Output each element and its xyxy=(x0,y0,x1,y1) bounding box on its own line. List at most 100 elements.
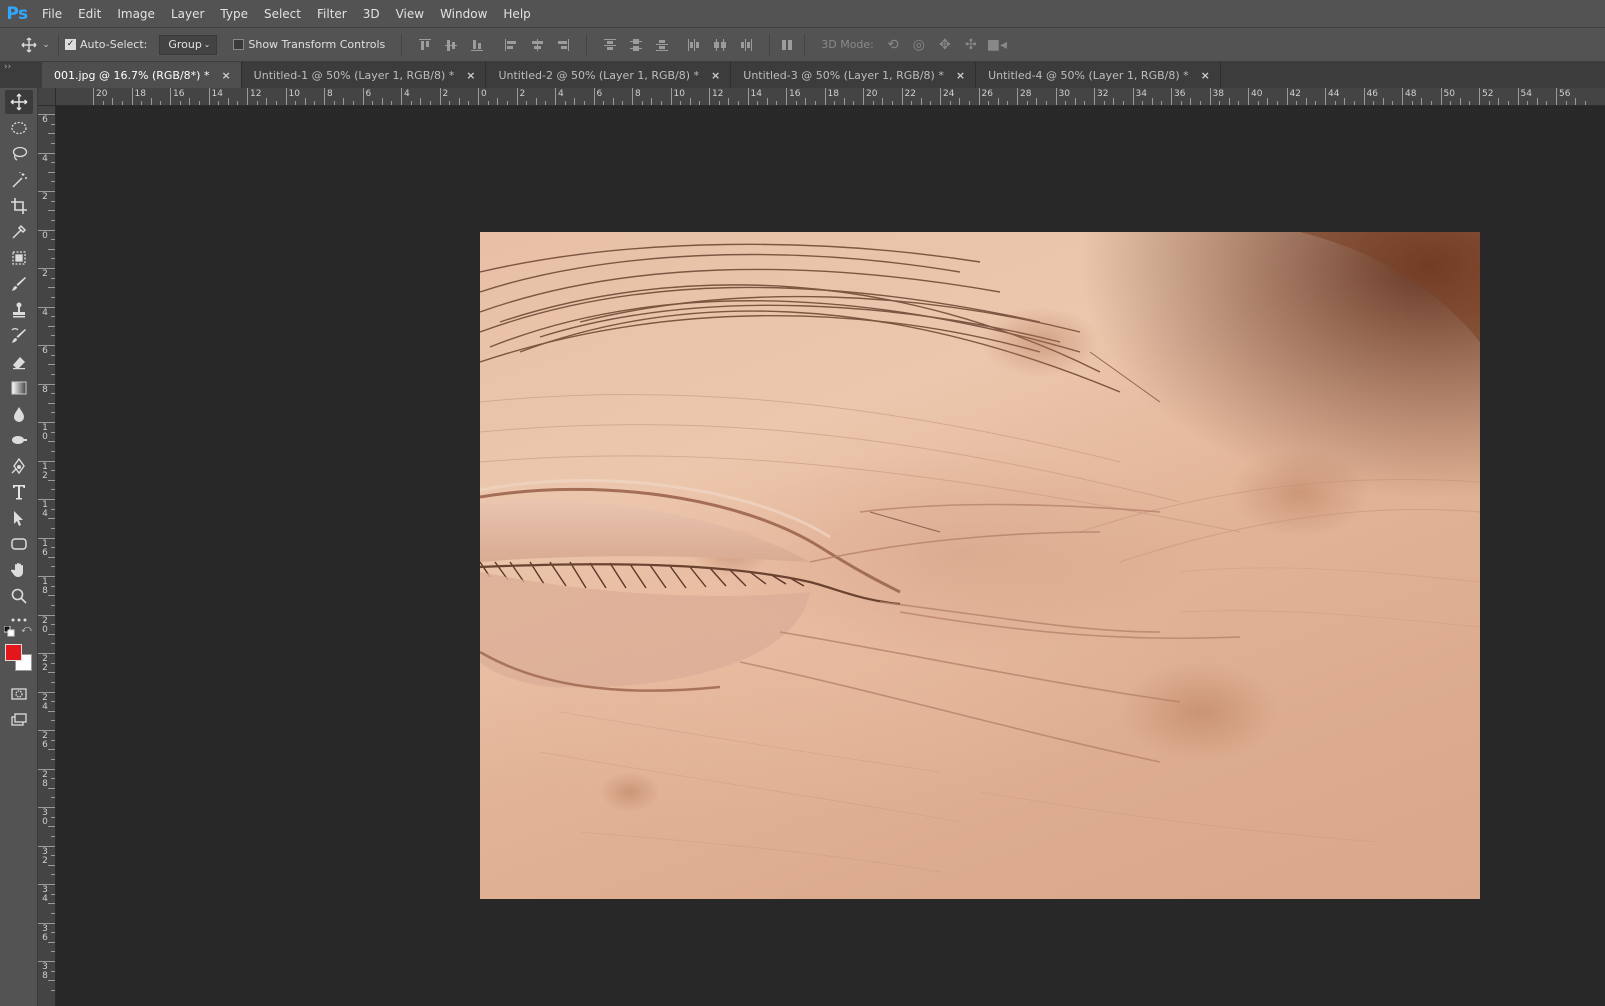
auto-select-target-dropdown[interactable]: Group ⌄ xyxy=(159,34,218,55)
3d-slide-icon[interactable]: ✣ xyxy=(958,34,984,56)
ruler-minor-tick xyxy=(968,101,970,105)
screen-mode-icon[interactable] xyxy=(5,708,33,732)
ruler-minor-tick xyxy=(699,101,701,105)
ruler-minor-tick xyxy=(48,941,55,943)
align-top-edges-icon[interactable] xyxy=(414,34,436,56)
vertical-ruler[interactable]: 6 4 2 0 2 4 6 8 10 12 14 16 18 20 22 24 26 28 30 32 34 36 38 xyxy=(38,106,56,1006)
ruler-minor-tick xyxy=(420,98,422,105)
align-horizontal-centers-icon[interactable] xyxy=(526,34,548,56)
distribute-horizontal-centers-icon[interactable] xyxy=(709,34,731,56)
ruler-minor-tick xyxy=(150,98,152,105)
eyedropper-tool-icon[interactable] xyxy=(5,220,33,244)
menu-image[interactable]: Image xyxy=(109,0,163,28)
show-transform-controls-checkbox[interactable]: Show Transform Controls xyxy=(233,38,385,51)
align-right-edges-icon[interactable] xyxy=(552,34,574,56)
rectangle-tool-icon[interactable] xyxy=(5,532,33,556)
ruler-minor-tick xyxy=(1584,101,1586,105)
tab-untitled-4[interactable]: Untitled-4 @ 50% (Layer 1, RGB/8) * × xyxy=(976,62,1221,88)
ruler-origin[interactable] xyxy=(38,88,56,106)
ruler-label: 12 xyxy=(712,89,724,99)
align-bottom-edges-icon[interactable] xyxy=(466,34,488,56)
magic-wand-tool-icon[interactable] xyxy=(5,168,33,192)
zoom-tool-icon[interactable] xyxy=(5,584,33,608)
3d-roll-icon[interactable]: ◎ xyxy=(906,34,932,56)
align-vertical-centers-icon[interactable] xyxy=(440,34,462,56)
swap-colors-icon[interactable]: ⤺ xyxy=(21,624,32,635)
type-tool-icon[interactable] xyxy=(5,480,33,504)
horizontal-ruler[interactable]: 20 18 16 14 12 10 8 6 4 2 0 2 4 6 8 10 12 14 16 18 20 22 24 26 2… xyxy=(56,88,1605,106)
close-tab-icon[interactable]: × xyxy=(466,69,475,82)
gradient-tool-icon[interactable] xyxy=(5,376,33,400)
ruler-minor-tick xyxy=(1421,98,1423,105)
ruler-minor-tick xyxy=(51,874,55,876)
ruler-label: 26 xyxy=(42,731,48,750)
close-tab-icon[interactable]: × xyxy=(1201,69,1210,82)
lasso-tool-icon[interactable] xyxy=(5,142,33,166)
quick-mask-icon[interactable] xyxy=(5,682,33,706)
auto-align-layers-icon[interactable] xyxy=(776,34,798,56)
menu-layer[interactable]: Layer xyxy=(163,0,212,28)
checkbox-unchecked-icon[interactable] xyxy=(233,39,245,50)
menu-filter[interactable]: Filter xyxy=(309,0,355,28)
ruler-minor-tick xyxy=(1498,98,1500,105)
eraser-tool-icon[interactable] xyxy=(5,350,33,374)
menu-3d[interactable]: 3D xyxy=(355,0,388,28)
ruler-minor-tick xyxy=(51,739,55,741)
distribute-bottom-icon[interactable] xyxy=(651,34,673,56)
separator xyxy=(586,33,588,56)
menu-window[interactable]: Window xyxy=(432,0,495,28)
ruler-minor-tick xyxy=(51,239,55,241)
close-tab-icon[interactable]: × xyxy=(221,69,230,82)
distribute-top-icon[interactable] xyxy=(599,34,621,56)
dodge-tool-icon[interactable] xyxy=(5,428,33,452)
move-tool-preset-icon[interactable] xyxy=(18,34,40,56)
close-tab-icon[interactable]: × xyxy=(711,69,720,82)
ruler-minor-tick xyxy=(48,325,55,327)
menu-type[interactable]: Type xyxy=(212,0,256,28)
checkbox-checked-icon[interactable] xyxy=(65,39,76,50)
menu-select[interactable]: Select xyxy=(256,0,309,28)
3d-orbit-icon[interactable]: ⟲ xyxy=(880,34,906,56)
crop-tool-icon[interactable] xyxy=(5,194,33,218)
brush-tool-icon[interactable] xyxy=(5,272,33,296)
ruler-minor-tick xyxy=(651,98,653,105)
auto-select-checkbox[interactable]: Auto-Select: xyxy=(65,38,147,51)
hand-tool-icon[interactable] xyxy=(5,558,33,582)
ruler-major-tick xyxy=(1363,88,1365,105)
close-tab-icon[interactable]: × xyxy=(956,69,965,82)
foreground-color-swatch[interactable] xyxy=(5,644,22,661)
history-brush-tool-icon[interactable] xyxy=(5,324,33,348)
tab-001-jpg[interactable]: 001.jpg @ 16.7% (RGB/8*) * × xyxy=(42,62,242,88)
blur-tool-icon[interactable] xyxy=(5,402,33,426)
clone-stamp-tool-icon[interactable] xyxy=(5,298,33,322)
elliptical-marquee-tool-icon[interactable] xyxy=(5,116,33,140)
ruler-label: 2 xyxy=(42,269,48,279)
menu-view[interactable]: View xyxy=(388,0,432,28)
align-left-edges-icon[interactable] xyxy=(500,34,522,56)
3d-pan-icon[interactable]: ✥ xyxy=(932,34,958,56)
tab-untitled-1[interactable]: Untitled-1 @ 50% (Layer 1, RGB/8) * × xyxy=(241,62,487,88)
ruler-minor-tick xyxy=(48,787,55,789)
ruler-major-tick xyxy=(93,88,94,105)
menu-help[interactable]: Help xyxy=(495,0,538,28)
menu-edit[interactable]: Edit xyxy=(70,0,109,28)
distribute-vertical-centers-icon[interactable] xyxy=(625,34,647,56)
healing-brush-tool-icon[interactable] xyxy=(5,246,33,270)
tab-untitled-2[interactable]: Untitled-2 @ 50% (Layer 1, RGB/8) * × xyxy=(486,62,732,88)
ruler-minor-tick xyxy=(1219,101,1221,105)
move-tool-icon[interactable] xyxy=(5,90,33,114)
document-image[interactable] xyxy=(480,232,1480,899)
menu-file[interactable]: File xyxy=(34,0,70,28)
pen-tool-icon[interactable] xyxy=(5,454,33,478)
3d-scale-icon[interactable]: ■◂ xyxy=(984,34,1010,56)
chevron-down-icon[interactable]: ⌄ xyxy=(40,34,52,56)
expand-panels-icon[interactable]: ›› xyxy=(4,62,11,72)
ruler-minor-tick xyxy=(372,101,374,105)
distribute-left-icon[interactable] xyxy=(683,34,705,56)
ruler-label: 14 xyxy=(42,500,48,519)
canvas-workspace[interactable] xyxy=(56,106,1605,1006)
path-selection-tool-icon[interactable] xyxy=(5,506,33,530)
tab-untitled-3[interactable]: Untitled-3 @ 50% (Layer 1, RGB/8) * × xyxy=(731,62,977,88)
default-colors-icon[interactable] xyxy=(4,626,15,637)
distribute-right-icon[interactable] xyxy=(735,34,757,56)
